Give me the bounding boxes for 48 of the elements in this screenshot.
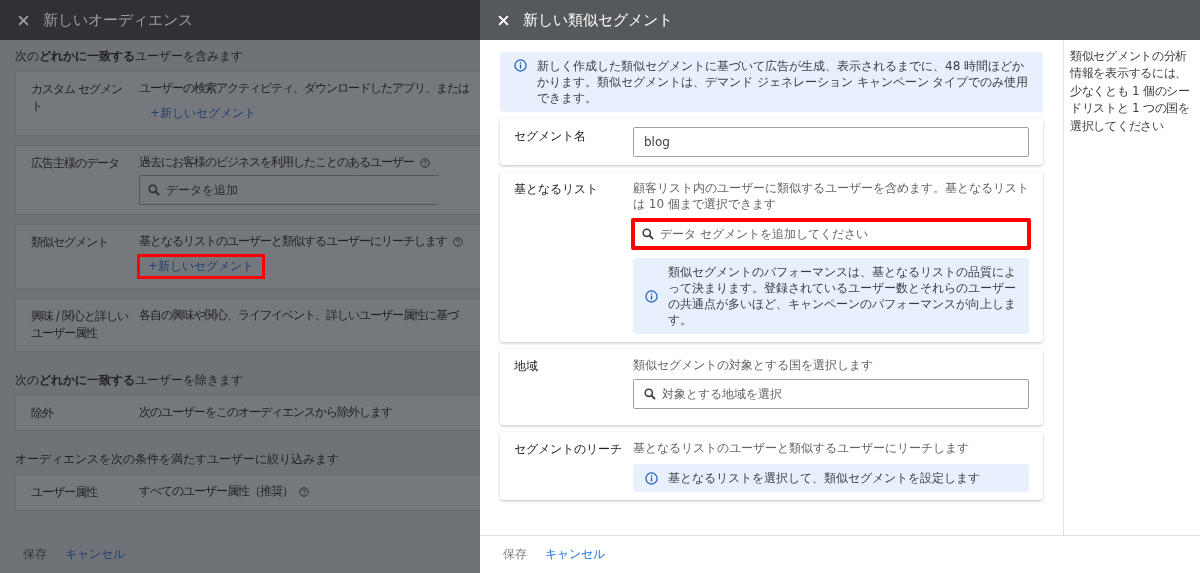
field-label: セグメントのリーチ [514, 441, 623, 458]
cancel-link[interactable]: キャンセル [65, 545, 125, 563]
section-heading: 次のどれかに一致するユーザーを除きます [15, 372, 244, 388]
new-segment-link[interactable]: +新しいセグメント [137, 254, 266, 279]
field-description: 類似セグメントの対象とする国を選択します [633, 357, 874, 373]
info-text: 類似セグメントのパフォーマンスは、基となるリストの品質によって決まります。登録されているユーザー数とそれらのユーザーの共通点が多いほど、キャンペーンのパフォーマンスが向上します。 [668, 264, 1017, 328]
save-button[interactable]: 保存 [503, 546, 527, 563]
new-segment-link[interactable]: +新しいセグメント [139, 101, 268, 126]
help-icon[interactable] [299, 486, 309, 497]
segment-label: 興味 / 関心と詳しいユーザー属性 [31, 308, 130, 342]
section-heading: オーディエンスを次の条件を満たすユーザーに絞り込みます [15, 452, 340, 468]
search-field[interactable]: データ セグメントを追加してください [631, 218, 1031, 250]
segment-description: 基となるリストのユーザーと類似するユーザーにリーチします [139, 234, 447, 249]
segment-label: カスタム セグメント [31, 81, 123, 115]
segment-description: 次のユーザーをこのオーディエンスから除外します [139, 404, 392, 420]
info-icon [514, 59, 527, 72]
search-icon [642, 228, 654, 240]
field-label: 基となるリスト [514, 181, 599, 198]
search-field[interactable]: データを追加 [139, 175, 439, 205]
notice-text: 新しく作成した類似セグメントに基づいて広告が生成、表示されるまでに、48 時間ほどかかります。類似セグメントは、デマンド ジェネレーション キャンペーン タイプでのみ使用できます。 [537, 58, 1029, 106]
search-field[interactable]: 対象とする地域を選択 [633, 379, 1029, 409]
search-icon [644, 388, 656, 400]
field-description: 基となるリストのユーザーと類似するユーザーにリーチします [633, 440, 970, 456]
page-title: 新しいオーディエンス [43, 10, 193, 30]
info-icon [645, 472, 658, 485]
info-icon [645, 290, 658, 303]
help-icon[interactable] [420, 157, 430, 168]
side-note: 類似セグメントの分析情報を表示するには、少なくとも 1 個のシードリストと 1 つの国を選択してください [1063, 40, 1200, 535]
info-text: 基となるリストを選択して、類似セグメントを設定します [668, 470, 981, 486]
segment-name-field[interactable]: blog [633, 127, 1029, 157]
save-button[interactable]: 保存 [23, 545, 47, 563]
search-icon [148, 184, 160, 196]
segment-label: 類似セグメント [31, 234, 109, 251]
segment-label: ユーザー属性 [31, 484, 99, 502]
dialog-title: 新しい類似セグメント [523, 10, 673, 30]
close-icon[interactable] [18, 14, 29, 26]
section-heading: 次のどれかに一致するユーザーを含みます [15, 49, 244, 64]
segment-description: すべてのユーザー属性（推奨） [139, 484, 293, 500]
help-icon[interactable] [453, 236, 463, 247]
field-label: 地域 [514, 358, 539, 375]
segment-description: ユーザーの検索アクティビティ、ダウンロードしたアプリ、または [139, 81, 469, 96]
segment-description: 各自の興味や関心、ライフイベント、詳しいユーザー属性に基づ [139, 308, 458, 323]
segment-label: 広告主様のデータ [31, 155, 120, 172]
field-label: セグメント名 [514, 128, 587, 145]
segment-description: 過去にお客様のビジネスを利用したことのあるユーザー [139, 155, 414, 170]
segment-label: 除外 [31, 404, 55, 422]
cancel-link[interactable]: キャンセル [545, 546, 605, 563]
field-description: 顧客リスト内のユーザーに類似するユーザーを含めます。基となるリストは 10 個まで選択できます [633, 180, 1030, 212]
